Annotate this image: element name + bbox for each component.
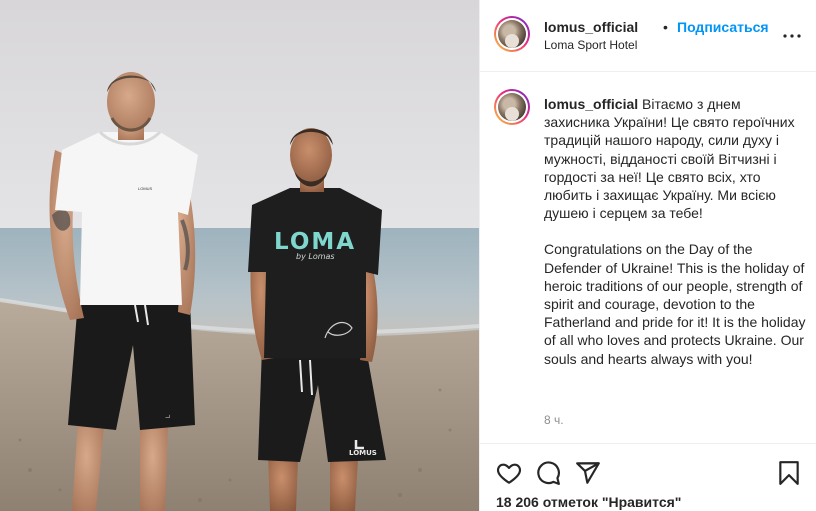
post-side-panel: lomus_official • Подписаться Loma Sport … (479, 0, 816, 511)
post-time[interactable]: 8 ч. (544, 413, 564, 427)
avatar[interactable] (494, 16, 530, 52)
heart-icon[interactable] (496, 460, 522, 486)
caption-avatar[interactable] (494, 89, 530, 125)
photo-scene: LOMUS L (0, 0, 479, 511)
caption-text-en: Congratulations on the Day of the Defend… (544, 241, 806, 367)
bookmark-icon[interactable] (776, 460, 802, 486)
instagram-post: LOMUS L LOMA by Lomas LOMUS lomus_offici… (0, 0, 816, 511)
caption-text-ua: Вітаємо з днем захисника України! Це свя… (544, 96, 795, 222)
comment-icon[interactable] (535, 460, 561, 486)
comments-area: lomus_official Вітаємо з днем захисника … (480, 73, 816, 443)
paper-plane-icon[interactable] (575, 460, 601, 486)
shirt-logo-sub: by Lomas (296, 252, 335, 261)
actions-bar: 18 206 отметок "Нравится" (480, 443, 816, 511)
post-photo[interactable]: LOMUS L LOMA by Lomas LOMUS (0, 0, 479, 511)
post-caption: lomus_official Вітаємо з днем захисника … (544, 95, 806, 368)
more-horizontal-icon[interactable] (780, 24, 804, 48)
separator-dot: • (663, 19, 668, 35)
shorts-logo: LOMUS (349, 449, 377, 457)
location-link[interactable]: Loma Sport Hotel (544, 38, 637, 52)
svg-text:LOMUS: LOMUS (138, 186, 153, 191)
follow-button[interactable]: Подписаться (677, 19, 769, 35)
likes-count[interactable]: 18 206 отметок "Нравится" (496, 494, 681, 510)
header-username[interactable]: lomus_official (544, 19, 638, 35)
caption-username[interactable]: lomus_official (544, 96, 638, 112)
post-header: lomus_official • Подписаться Loma Sport … (480, 0, 816, 72)
